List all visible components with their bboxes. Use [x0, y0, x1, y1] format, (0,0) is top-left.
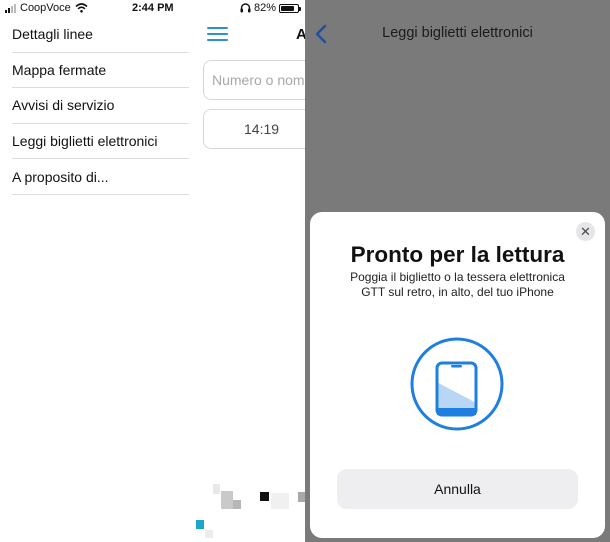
status-right: 82%	[240, 2, 302, 14]
render-artifact	[233, 500, 241, 509]
render-artifact	[205, 530, 213, 538]
sheet-instructions: Poggia il biglietto o la tessera elettro…	[350, 270, 565, 299]
render-artifact	[260, 492, 269, 501]
menu-item-avvisi-servizio[interactable]: Avvisi di servizio	[12, 88, 189, 124]
sheet-title: Pronto per la lettura	[350, 242, 565, 267]
render-artifact	[298, 492, 305, 502]
cancel-button[interactable]: Annulla	[337, 469, 578, 509]
menu-item-leggi-biglietti[interactable]: Leggi biglietti elettronici	[12, 124, 189, 160]
render-artifact	[221, 491, 233, 509]
battery-percent: 82%	[254, 2, 277, 14]
status-time: 2:44 PM	[132, 2, 174, 14]
render-artifact	[213, 484, 220, 494]
time-picker-field[interactable]: 14:19	[203, 109, 305, 149]
headphones-icon	[240, 3, 251, 13]
hamburger-menu-icon[interactable]	[207, 27, 228, 41]
app-menu-screen: CoopVoce 2:44 PM 82% Dettagli linee Mapp…	[0, 0, 305, 542]
render-artifact	[196, 520, 204, 529]
menu-item-dettagli-linee[interactable]: Dettagli linee	[12, 17, 189, 53]
carrier-name: CoopVoce	[20, 2, 71, 14]
main-title-fragment: A	[296, 26, 305, 43]
battery-icon	[279, 3, 302, 13]
signal-icon	[5, 3, 16, 13]
menu-item-mappa-fermate[interactable]: Mappa fermate	[12, 53, 189, 89]
menu-item-a-proposito[interactable]: A proposito di...	[12, 159, 189, 195]
close-icon[interactable]: ✕	[576, 222, 595, 241]
phone-scan-icon	[410, 337, 504, 431]
render-artifact	[271, 493, 289, 509]
status-bar: CoopVoce 2:44 PM 82%	[0, 0, 305, 17]
line-search-input[interactable]	[203, 60, 305, 100]
nfc-scan-sheet: ✕ Pronto per la lettura Poggia il biglie…	[310, 212, 605, 538]
side-menu: Dettagli linee Mappa fermate Avvisi di s…	[12, 17, 189, 195]
status-left: CoopVoce	[5, 2, 88, 14]
nav-title: Leggi biglietti elettronici	[382, 25, 533, 41]
battery-fill	[281, 5, 295, 11]
nfc-reader-screen: Leggi biglietti elettronici ✕ Pronto per…	[305, 0, 610, 542]
wifi-icon	[75, 3, 88, 13]
